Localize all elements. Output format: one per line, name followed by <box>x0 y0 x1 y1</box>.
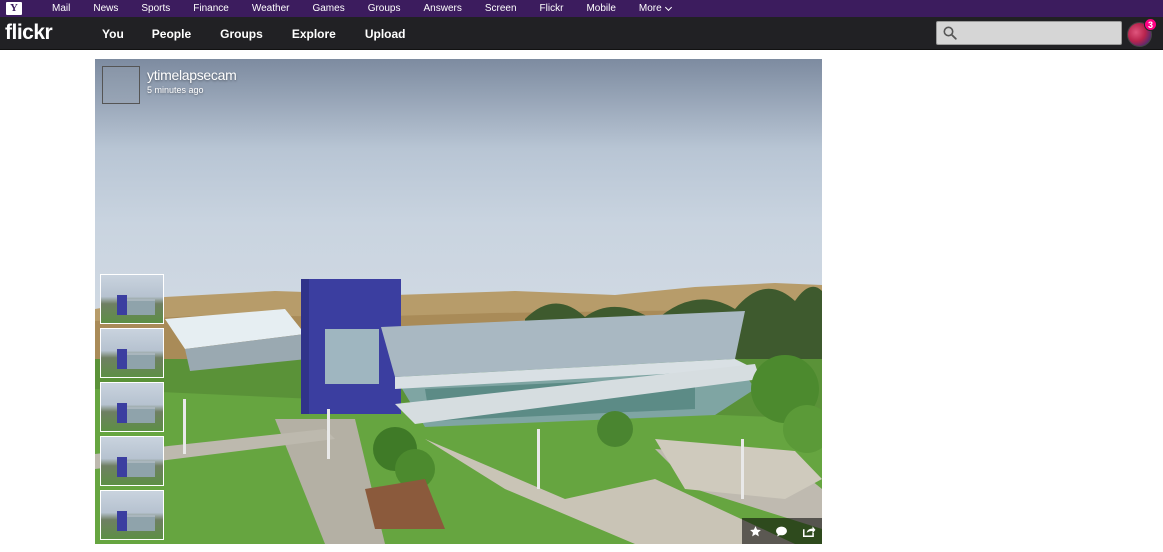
favorite-button[interactable] <box>747 523 763 539</box>
share-icon <box>802 526 816 538</box>
photo-actions <box>742 518 822 544</box>
campus-photo <box>95 279 822 544</box>
owner-avatar[interactable] <box>102 66 140 104</box>
flickr-logo[interactable]: flickr <box>5 20 53 46</box>
yahoo-link-answers[interactable]: Answers <box>424 0 462 17</box>
search-input[interactable] <box>961 24 1117 42</box>
yahoo-link-mobile[interactable]: Mobile <box>586 0 615 17</box>
photostream-thumbnail[interactable] <box>100 490 164 540</box>
yahoo-link-screen[interactable]: Screen <box>485 0 517 17</box>
chevron-down-icon <box>664 3 672 11</box>
nav-upload[interactable]: Upload <box>365 27 406 41</box>
yahoo-link-groups[interactable]: Groups <box>368 0 401 17</box>
photostream-thumbnail[interactable] <box>100 274 164 324</box>
comment-button[interactable] <box>774 523 790 539</box>
yahoo-link-flickr[interactable]: Flickr <box>540 0 564 17</box>
nav-groups[interactable]: Groups <box>220 27 263 41</box>
yahoo-link-weather[interactable]: Weather <box>252 0 290 17</box>
search-box[interactable] <box>936 21 1122 45</box>
yahoo-link-finance[interactable]: Finance <box>193 0 229 17</box>
nav-you[interactable]: You <box>102 27 124 41</box>
nav-people[interactable]: People <box>152 27 191 41</box>
yahoo-link-sports[interactable]: Sports <box>141 0 170 17</box>
photo-timestamp: 5 minutes ago <box>147 85 204 95</box>
yahoo-more-menu[interactable]: More <box>638 0 672 17</box>
photostream-thumbnails <box>100 274 164 544</box>
photostream-thumbnail[interactable] <box>100 382 164 432</box>
flickr-main-nav: You People Groups Explore Upload <box>102 17 406 50</box>
yahoo-more-label: More <box>638 3 662 14</box>
star-icon <box>749 525 761 536</box>
photostream-thumbnail[interactable] <box>100 436 164 486</box>
nav-explore[interactable]: Explore <box>292 27 336 41</box>
photo-card[interactable]: ytimelapsecam 5 minutes ago <box>95 59 822 544</box>
search-icon <box>943 26 957 40</box>
yahoo-link-mail[interactable]: Mail <box>52 0 70 17</box>
flickr-nav-bar: flickr You People Groups Explore Upload … <box>0 17 1163 50</box>
yahoo-top-bar: Y Mail News Sports Finance Weather Games… <box>0 0 1163 17</box>
comment-icon <box>776 526 788 536</box>
yahoo-link-games[interactable]: Games <box>312 0 344 17</box>
photostream-thumbnail[interactable] <box>100 328 164 378</box>
yahoo-links: Mail News Sports Finance Weather Games G… <box>26 0 672 17</box>
yahoo-link-news[interactable]: News <box>93 0 118 17</box>
owner-name[interactable]: ytimelapsecam <box>147 67 237 83</box>
share-button[interactable] <box>801 523 817 539</box>
notification-badge[interactable]: 3 <box>1144 18 1157 31</box>
yahoo-logo[interactable]: Y <box>6 2 22 15</box>
